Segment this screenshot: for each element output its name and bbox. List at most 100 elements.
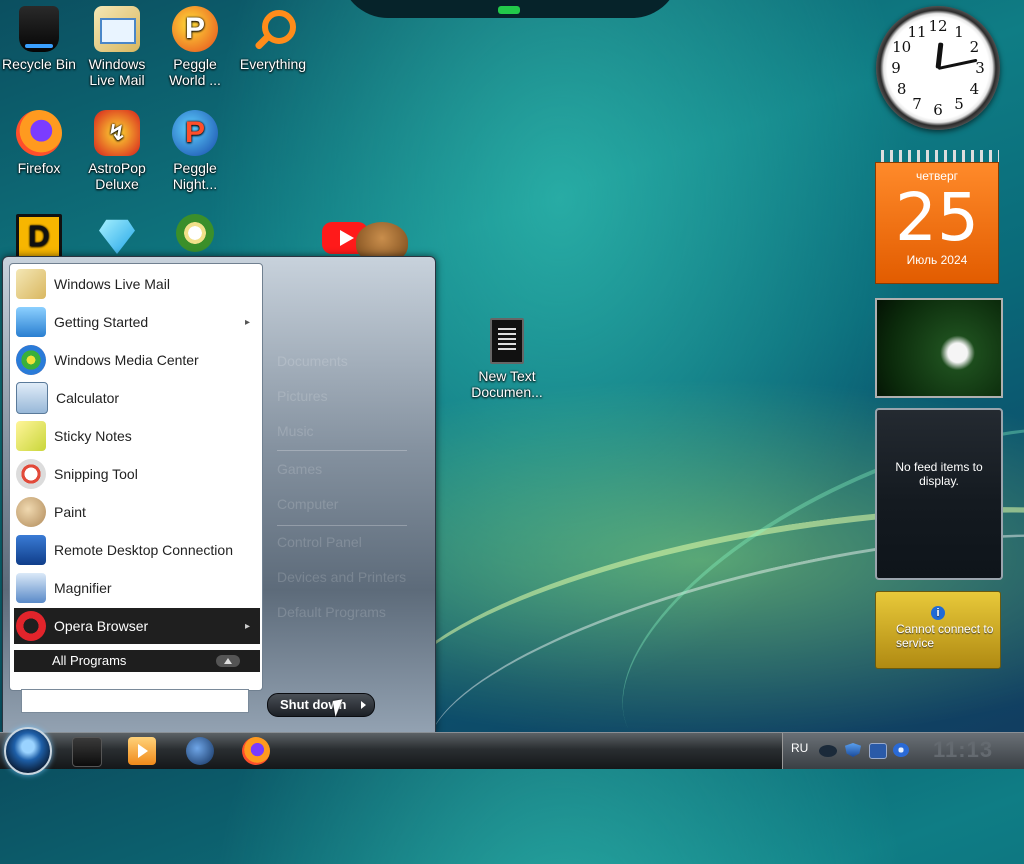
start-menu: Windows Live Mail Getting Started ▸ Windows… <box>2 256 436 734</box>
tray-network-icon[interactable] <box>869 743 887 759</box>
language-indicator[interactable]: RU <box>791 741 808 755</box>
desktop-icon-astropop[interactable]: ↯ AstroPop Deluxe <box>78 110 156 192</box>
calendar-gadget[interactable]: четверг 25 Июль 2024 <box>875 150 999 284</box>
taskbar-explorer-icon[interactable] <box>72 737 102 767</box>
desktop-icon-label: AstroPop Deluxe <box>88 160 146 192</box>
clock-hour-hand <box>935 41 944 69</box>
calendar-rings <box>875 150 999 162</box>
program-item[interactable]: Opera Browser ▸ <box>14 608 260 644</box>
all-programs-label: All Programs <box>52 653 127 668</box>
text-document-icon <box>490 318 524 364</box>
program-item[interactable]: Paint <box>14 494 260 530</box>
program-label: Magnifier <box>54 580 112 596</box>
taskbar-media-player-icon[interactable] <box>128 737 156 765</box>
weather-gadget[interactable]: i Cannot connect to service <box>875 591 1001 669</box>
slideshow-gadget[interactable] <box>875 298 1003 398</box>
start-menu-place-item[interactable]: Devices and Printers <box>277 569 406 585</box>
recycle-bin-icon <box>19 6 59 52</box>
program-item[interactable]: Getting Started ▸ <box>14 304 260 340</box>
start-menu-place-item[interactable]: Default Programs <box>277 604 386 620</box>
desktop-icon-partial-3[interactable] <box>156 214 234 256</box>
tray-shield-icon[interactable] <box>845 743 861 757</box>
calculator-icon <box>16 382 48 414</box>
desktop-icon-partial-2[interactable] <box>78 218 156 258</box>
wallpaper-top-ornament <box>340 0 680 18</box>
remote-desktop-icon <box>16 535 46 565</box>
program-label: Getting Started <box>54 314 149 330</box>
program-item[interactable]: Windows Live Mail <box>14 266 260 302</box>
paint-icon <box>16 497 46 527</box>
info-icon: i <box>931 606 945 620</box>
program-label: Snipping Tool <box>54 466 138 482</box>
firefox-icon <box>16 110 62 156</box>
tray-app-icon[interactable] <box>819 745 837 757</box>
desktop-icon-label: Windows Live Mail <box>88 56 146 88</box>
start-search-input[interactable] <box>21 689 249 713</box>
media-center-icon <box>16 345 46 375</box>
desktop-icon-label: Peggle World ... <box>169 56 221 88</box>
flower-icon <box>176 214 214 252</box>
desktop-icon-windows-live-mail[interactable]: Windows Live Mail <box>78 6 156 88</box>
desktop-icon-label: New Text Documen... <box>471 368 543 400</box>
feed-headlines-gadget[interactable]: No feed items to display. <box>875 408 1003 580</box>
start-menu-place-item[interactable]: Music <box>277 423 314 439</box>
desktop-icon-label: Everything <box>239 56 307 72</box>
program-item[interactable]: Sticky Notes <box>14 418 260 454</box>
clock-number: 8 <box>896 80 907 98</box>
sticky-notes-icon <box>16 421 46 451</box>
weather-message: Cannot connect to service <box>896 622 994 650</box>
all-programs-button[interactable]: All Programs <box>14 650 260 672</box>
program-item[interactable]: Remote Desktop Connection <box>14 532 260 568</box>
program-label: Remote Desktop Connection <box>54 542 233 558</box>
taskbar: RU 11:13 <box>0 727 1024 775</box>
shutdown-button[interactable]: Shut down <box>267 693 375 717</box>
start-menu-place-item[interactable]: Pictures <box>277 388 328 404</box>
desktop-icon-label: Peggle Night... <box>172 160 218 192</box>
peggle-icon: P <box>172 6 218 52</box>
clock-number: 6 <box>933 101 943 119</box>
menu-divider <box>277 525 407 526</box>
clock-number: 5 <box>954 95 964 114</box>
gem-icon <box>99 219 135 254</box>
clock-number: 12 <box>928 17 948 35</box>
tray-volume-icon[interactable] <box>893 743 909 757</box>
clock-number: 10 <box>892 38 912 56</box>
program-label: Paint <box>54 504 86 520</box>
desktop-icon-firefox[interactable]: Firefox <box>0 110 78 176</box>
desktop-icon-recycle-bin[interactable]: Recycle Bin <box>0 6 78 72</box>
clock-number: 11 <box>907 22 927 41</box>
desktop-icon-peggle-world[interactable]: P Peggle World ... <box>156 6 234 88</box>
taskbar-firefox-icon[interactable] <box>242 737 270 765</box>
everything-search-icon <box>250 6 296 52</box>
desktop-icon-new-text-document[interactable]: New Text Documen... <box>468 318 546 400</box>
program-item[interactable]: Magnifier <box>14 570 260 606</box>
up-arrow-icon <box>216 655 240 667</box>
mail-icon <box>94 6 140 52</box>
start-menu-place-item[interactable]: Documents <box>277 353 348 369</box>
clock-number: 9 <box>891 59 901 77</box>
desktop-icon-everything[interactable]: Everything <box>234 6 312 72</box>
taskbar-globe-icon[interactable] <box>186 737 214 765</box>
start-menu-programs-pane: Windows Live Mail Getting Started ▸ Windows… <box>9 263 263 691</box>
program-label: Opera Browser <box>54 618 149 634</box>
system-tray: RU 11:13 <box>782 733 1024 769</box>
feed-message: No feed items to display. <box>895 460 983 488</box>
getting-started-icon <box>16 307 46 337</box>
program-item[interactable]: Snipping Tool <box>14 456 260 492</box>
program-item[interactable]: Windows Media Center <box>14 342 260 378</box>
taskbar-clock[interactable]: 11:13 <box>933 737 993 763</box>
start-menu-place-item[interactable]: Control Panel <box>277 534 362 550</box>
program-label: Windows Media Center <box>54 352 199 368</box>
opera-icon <box>16 611 46 641</box>
start-menu-place-item[interactable]: Games <box>277 461 322 477</box>
program-item[interactable]: Calculator <box>14 380 260 416</box>
snipping-tool-icon <box>16 459 46 489</box>
clock-gadget[interactable]: 12 1 2 3 4 5 6 7 8 9 10 11 <box>876 6 1000 130</box>
menu-divider <box>277 450 407 451</box>
start-menu-place-item[interactable]: Computer <box>277 496 338 512</box>
peggle-nights-icon: P <box>172 110 218 156</box>
chevron-right-icon[interactable] <box>361 701 366 709</box>
clock-number: 2 <box>969 38 980 56</box>
magnifier-icon <box>16 573 46 603</box>
desktop-icon-peggle-nights[interactable]: P Peggle Night... <box>156 110 234 192</box>
